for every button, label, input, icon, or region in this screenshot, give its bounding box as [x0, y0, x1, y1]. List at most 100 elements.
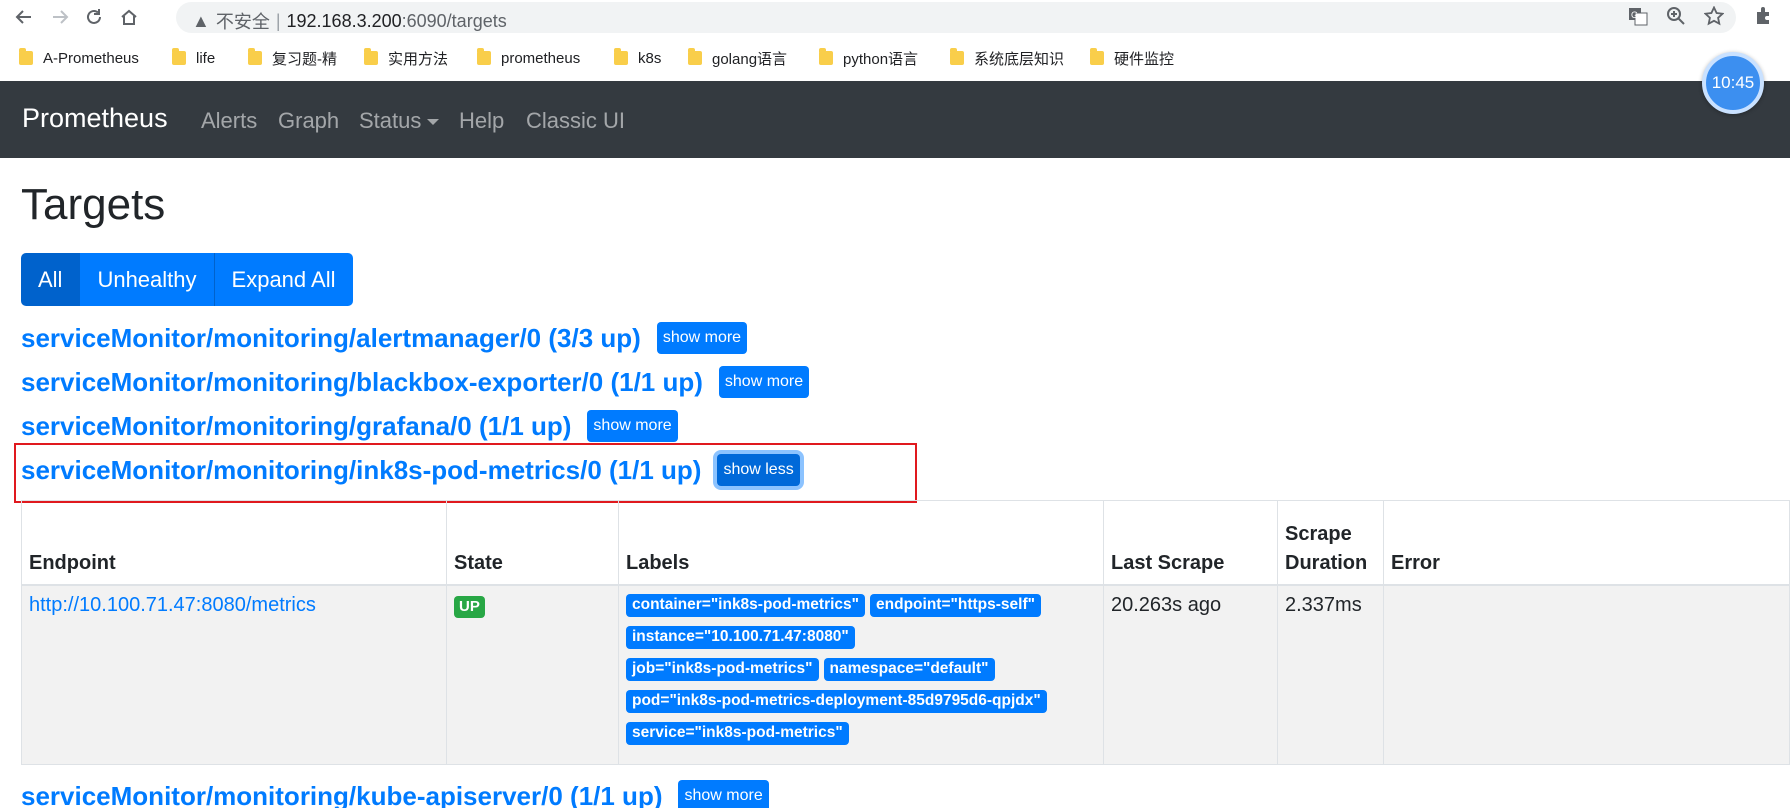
caret-down-icon [427, 119, 440, 126]
endpoint-cell: http://10.100.71.47:8080/metrics [21, 584, 447, 765]
show-more-button[interactable]: show more [678, 780, 769, 808]
label-badge: pod="ink8s-pod-metrics-deployment-85d979… [626, 689, 1047, 713]
last-scrape-cell: 20.263s ago [1103, 584, 1278, 765]
target-pool-header: serviceMonitor/monitoring/alertmanager/0… [21, 322, 748, 354]
highlight-annotation-box [14, 443, 917, 503]
col-scrape-duration-line1: Scrape [1285, 522, 1352, 545]
nav-help[interactable]: Help [459, 108, 504, 134]
table-header-row: Endpoint State Labels Last Scrape Scrape… [21, 500, 1790, 586]
folder-icon [172, 48, 186, 65]
extensions-icon[interactable] [1754, 6, 1774, 31]
bookmark-label: 硬件监控 [1114, 50, 1175, 68]
bookmark-item[interactable]: A-Prometheus [19, 46, 139, 70]
bookmarks-bar: A-Prometheus life 复习题-精 实用方法 prometheus … [0, 37, 1790, 81]
show-more-button[interactable]: show more [587, 410, 678, 442]
bookmark-item[interactable]: life [172, 46, 215, 70]
state-cell: UP [446, 584, 619, 765]
url-host: 192.168.3.200 [286, 10, 402, 31]
col-state: State [446, 500, 619, 586]
endpoint-link[interactable]: http://10.100.71.47:8080/metrics [29, 594, 316, 616]
url-path: :6090/targets [401, 10, 507, 31]
folder-icon [614, 48, 628, 65]
filter-button-group: All Unhealthy Expand All [21, 253, 353, 306]
folder-icon [819, 48, 833, 65]
target-pool-header: serviceMonitor/monitoring/blackbox-expor… [21, 366, 810, 398]
svg-text:G: G [1631, 10, 1638, 20]
bookmark-label: life [196, 49, 216, 67]
col-scrape-duration: Scrape Duration [1277, 500, 1384, 586]
targets-table: Endpoint State Labels Last Scrape Scrape… [21, 500, 1790, 765]
label-badge: instance="10.100.71.47:8080" [626, 625, 855, 649]
col-error: Error [1383, 500, 1790, 586]
nav-status-dropdown[interactable]: Status [359, 108, 440, 134]
page-title: Targets [21, 180, 166, 229]
nav-classic-ui[interactable]: Classic UI [526, 108, 625, 134]
folder-icon [1090, 48, 1104, 65]
app-navbar: Prometheus Alerts Graph Status Help Clas… [0, 81, 1790, 158]
scrape-duration-cell: 2.337ms [1277, 584, 1384, 765]
col-last-scrape: Last Scrape [1103, 500, 1278, 586]
label-badge: container="ink8s-pod-metrics" [626, 593, 866, 617]
pool-link[interactable]: serviceMonitor/monitoring/grafana/0 (1/1… [21, 411, 571, 442]
show-more-button[interactable]: show more [656, 322, 748, 354]
bookmark-label: golang语言 [712, 50, 788, 68]
browser-toolbar: ▲ 不安全 | 192.168.3.200:6090/targets G [0, 0, 1790, 34]
brand-logo[interactable]: Prometheus [22, 103, 168, 134]
translate-icon[interactable]: G [1628, 6, 1648, 31]
home-icon[interactable] [116, 4, 142, 30]
bookmark-item[interactable]: 实用方法 [364, 46, 448, 70]
reload-icon[interactable] [81, 4, 107, 30]
bookmark-label: k8s [638, 49, 662, 67]
table-row: http://10.100.71.47:8080/metrics UP cont… [21, 584, 1790, 765]
label-badge: service="ink8s-pod-metrics" [626, 721, 849, 745]
folder-icon [364, 48, 378, 65]
back-icon[interactable] [11, 4, 37, 30]
nav-status-label: Status [359, 108, 422, 133]
insecure-label: 不安全 [215, 12, 270, 32]
bookmark-label: python语言 [843, 50, 919, 68]
labels-cell: container="ink8s-pod-metrics" endpoint="… [618, 584, 1104, 765]
zoom-icon[interactable] [1666, 6, 1686, 31]
label-badge: namespace="default" [823, 657, 995, 681]
filter-all-button[interactable]: All [21, 253, 81, 306]
folder-icon [19, 48, 33, 65]
label-badge: job="ink8s-pod-metrics" [626, 657, 819, 681]
warning-icon[interactable]: ▲ [192, 11, 210, 32]
folder-icon [477, 48, 491, 65]
expand-all-button[interactable]: Expand All [214, 253, 353, 306]
state-badge: UP [454, 595, 485, 618]
bookmark-item[interactable]: k8s [614, 46, 661, 70]
bookmark-item[interactable]: python语言 [819, 46, 918, 70]
label-badge: endpoint="https-self" [870, 593, 1041, 617]
nav-alerts[interactable]: Alerts [201, 108, 257, 134]
url-separator: | [275, 10, 281, 31]
bookmark-item[interactable]: 系统底层知识 [950, 46, 1064, 70]
bookmark-item[interactable]: 复习题-精 [248, 46, 337, 70]
col-endpoint: Endpoint [21, 500, 447, 586]
bookmark-label: 系统底层知识 [974, 50, 1065, 68]
pool-link[interactable]: serviceMonitor/monitoring/alertmanager/0… [21, 323, 641, 354]
bookmark-label: prometheus [501, 49, 581, 67]
error-cell [1383, 584, 1790, 765]
folder-icon [688, 48, 702, 65]
target-pool-header: serviceMonitor/monitoring/grafana/0 (1/1… [21, 410, 678, 442]
target-pool-header: serviceMonitor/monitoring/kube-apiserver… [21, 780, 769, 808]
bookmark-star-icon[interactable] [1703, 5, 1725, 31]
forward-icon[interactable] [47, 4, 73, 30]
bookmark-item[interactable]: golang语言 [688, 46, 787, 70]
bookmark-item[interactable]: 硬件监控 [1090, 46, 1174, 70]
floating-clock[interactable]: 10:45 [1702, 52, 1764, 114]
bookmark-label: A-Prometheus [43, 49, 139, 67]
pool-link[interactable]: serviceMonitor/monitoring/kube-apiserver… [21, 781, 662, 808]
col-scrape-duration-line2: Duration [1285, 551, 1368, 574]
bookmark-label: 复习题-精 [272, 50, 337, 68]
col-labels: Labels [618, 500, 1104, 586]
show-more-button[interactable]: show more [718, 366, 810, 398]
pool-link[interactable]: serviceMonitor/monitoring/blackbox-expor… [21, 367, 703, 398]
address-bar[interactable]: ▲ 不安全 | 192.168.3.200:6090/targets G [176, 2, 1736, 33]
nav-graph[interactable]: Graph [278, 108, 339, 134]
folder-icon [248, 48, 262, 65]
folder-icon [950, 48, 964, 65]
filter-unhealthy-button[interactable]: Unhealthy [80, 253, 215, 306]
bookmark-item[interactable]: prometheus [477, 46, 580, 70]
